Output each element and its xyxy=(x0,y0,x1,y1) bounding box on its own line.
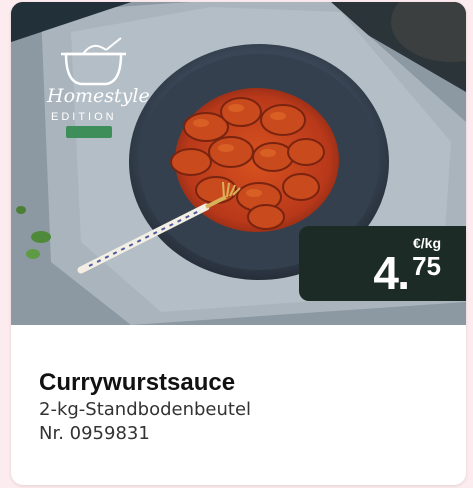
eco-label-icon xyxy=(66,126,112,138)
product-title[interactable]: Currywurstsauce xyxy=(39,368,251,398)
price-badge: €/kg 4 . 75 xyxy=(299,226,466,301)
price-value: 4 . 75 xyxy=(331,249,441,299)
product-article-number: Nr. 0959831 xyxy=(39,423,150,444)
product-package: 2-kg-Standbodenbeutel xyxy=(39,399,252,420)
brand-logo-sub: EDITION xyxy=(51,111,117,123)
product-card[interactable]: Homestyle EDITION €/kg 4 . 75 Currywurst… xyxy=(11,2,466,485)
product-info: Currywurstsauce 2-kg-Standbodenbeutel Nr… xyxy=(39,368,251,446)
brand-logo-text: Homestyle xyxy=(46,85,150,107)
price-integer: 4 xyxy=(373,247,399,299)
price-separator: . xyxy=(397,247,410,299)
price-decimals: 75 xyxy=(412,251,441,281)
